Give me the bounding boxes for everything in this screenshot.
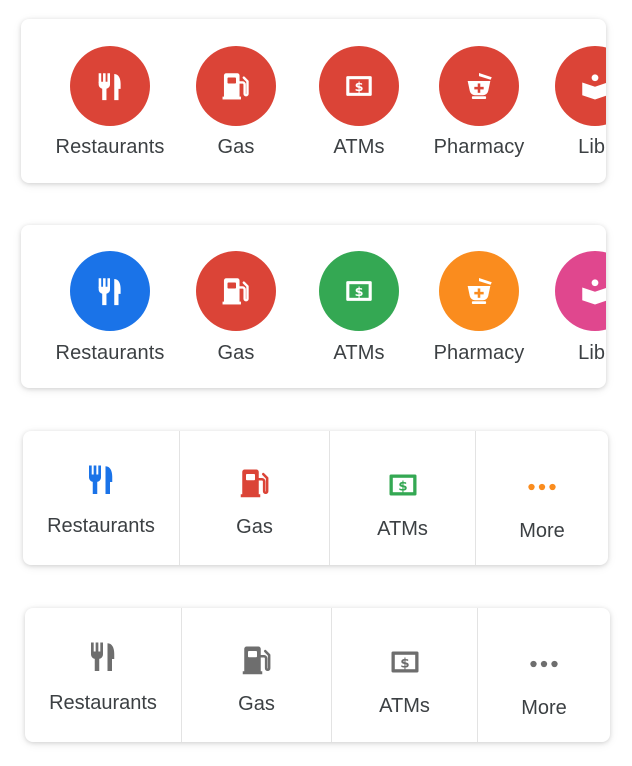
atm-dollar-icon: $ <box>346 281 372 301</box>
category-label: Gas <box>217 136 255 158</box>
tile-label: More <box>521 697 567 719</box>
tile-atms[interactable]: $ ATMs <box>332 608 478 742</box>
svg-text:$: $ <box>398 479 407 495</box>
fork-knife-icon <box>98 278 121 306</box>
atm-dollar-icon: $ <box>389 474 416 496</box>
fork-knife-icon <box>98 73 121 101</box>
category-label: Pharmacy <box>433 342 525 364</box>
category-gas[interactable]: Gas <box>171 225 301 388</box>
tile-label: More <box>519 520 565 542</box>
atm-dollar-icon: $ <box>346 76 372 96</box>
tile-label: Gas <box>236 516 273 538</box>
category-circle: $ <box>319 46 399 126</box>
category-label: Pharmacy <box>433 136 525 158</box>
tile-more[interactable]: More <box>476 431 608 565</box>
gas-pump-icon <box>222 278 249 305</box>
gas-pump-icon <box>222 73 249 100</box>
category-label: Restaurants <box>55 136 165 158</box>
category-tiles-colored: Restaurants Gas $ ATMs More <box>23 431 608 565</box>
tile-label: ATMs <box>379 695 430 717</box>
tile-label: Restaurants <box>49 692 157 714</box>
category-circle <box>555 46 606 126</box>
category-carousel-red: Restaurants Gas $ ATMs Pharmacy Lib <box>21 19 606 183</box>
category-circle <box>70 46 150 126</box>
category-atms[interactable]: $ ATMs <box>294 19 424 183</box>
category-pharmacy[interactable]: Pharmacy <box>414 19 544 183</box>
tile-gas[interactable]: Gas <box>182 608 332 742</box>
category-label: ATMs <box>333 136 385 158</box>
category-label: Libr <box>578 342 606 364</box>
category-circle <box>439 251 519 331</box>
category-restaurants[interactable]: Restaurants <box>45 225 175 388</box>
library-book-icon <box>582 279 606 305</box>
pharmacy-mortar-icon <box>467 277 492 305</box>
fork-knife-icon <box>89 465 113 494</box>
category-restaurants[interactable]: Restaurants <box>45 19 175 183</box>
category-circle <box>555 251 606 331</box>
tile-label: Gas <box>238 693 275 715</box>
category-label: Restaurants <box>55 342 165 364</box>
tile-gas[interactable]: Gas <box>180 431 330 565</box>
category-circle <box>70 251 150 331</box>
category-atms[interactable]: $ ATMs <box>294 225 424 388</box>
svg-text:$: $ <box>355 80 364 95</box>
category-circle <box>196 251 276 331</box>
tile-label: ATMs <box>377 518 428 540</box>
category-carousel-colored: Restaurants Gas $ ATMs Pharmacy Lib <box>21 225 606 388</box>
category-circle <box>439 46 519 126</box>
more-dots-icon <box>528 483 556 491</box>
category-label: Libr <box>578 136 606 158</box>
atm-dollar-icon: $ <box>391 651 418 673</box>
category-pharmacy[interactable]: Pharmacy <box>414 225 544 388</box>
svg-text:$: $ <box>400 656 409 672</box>
tile-restaurants[interactable]: Restaurants <box>25 608 182 742</box>
tile-more[interactable]: More <box>478 608 610 742</box>
fork-knife-icon <box>91 642 115 671</box>
tile-restaurants[interactable]: Restaurants <box>23 431 180 565</box>
category-tiles-grey: Restaurants Gas $ ATMs More <box>25 608 610 742</box>
category-label: Gas <box>217 342 255 364</box>
gas-pump-icon <box>242 646 270 675</box>
category-library[interactable]: Libr <box>530 225 606 388</box>
category-label: ATMs <box>333 342 385 364</box>
more-dots-icon <box>530 660 558 668</box>
gas-pump-icon <box>240 469 268 498</box>
pharmacy-mortar-icon <box>467 72 492 100</box>
svg-text:$: $ <box>355 285 364 300</box>
category-gas[interactable]: Gas <box>171 19 301 183</box>
category-circle: $ <box>319 251 399 331</box>
category-circle <box>196 46 276 126</box>
category-library[interactable]: Libr <box>530 19 606 183</box>
tile-atms[interactable]: $ ATMs <box>330 431 476 565</box>
library-book-icon <box>582 74 606 100</box>
tile-label: Restaurants <box>47 515 155 537</box>
